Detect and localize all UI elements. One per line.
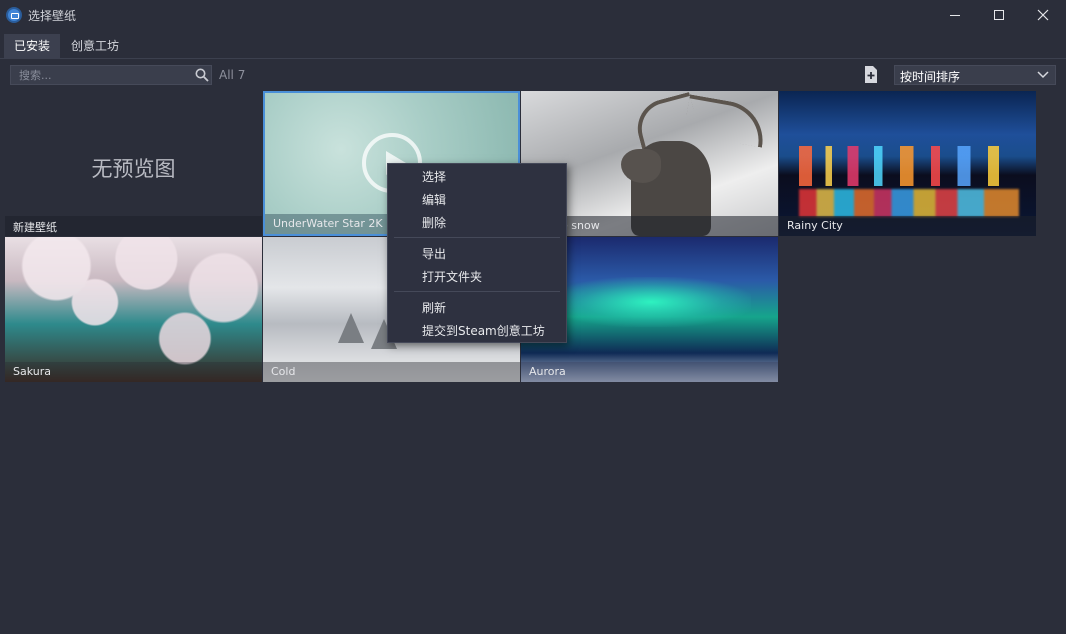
deer-head [621, 149, 661, 183]
close-icon [1037, 9, 1049, 21]
tile-caption: Sakura [5, 362, 262, 382]
menu-item-refresh[interactable]: 刷新 [388, 297, 566, 319]
menu-separator [394, 237, 560, 238]
app-icon [6, 7, 22, 23]
tile-name: UnderWater Star 2K HD [273, 217, 403, 230]
menu-separator [394, 291, 560, 292]
toolbar: All 7 按时间排序 [0, 59, 1066, 91]
tile-name: 新建壁纸 [13, 221, 57, 234]
tab-workshop[interactable]: 创意工坊 [61, 34, 129, 59]
menu-item-delete[interactable]: 删除 [388, 212, 566, 234]
menu-item-select[interactable]: 选择 [388, 166, 566, 188]
city-skyline [799, 146, 1019, 186]
wallpaper-tile-new[interactable]: 无预览图 新建壁纸 [5, 91, 262, 236]
menu-item-edit[interactable]: 编辑 [388, 189, 566, 211]
tab-bar: 已安装 创意工坊 [0, 30, 1066, 59]
close-button[interactable] [1020, 0, 1066, 30]
tile-caption: Aurora [521, 362, 778, 382]
tile-name: Cold [271, 365, 296, 378]
tile-caption: Cold [263, 362, 520, 382]
sort-value: 按时间排序 [900, 70, 961, 84]
city-reflection [799, 189, 1019, 217]
menu-item-submit-workshop[interactable]: 提交到Steam创意工坊 [388, 320, 566, 342]
cherry-blossoms [5, 237, 262, 382]
new-file-icon[interactable] [864, 66, 878, 83]
wallpaper-tile-rainy-city[interactable]: Rainy City [779, 91, 1036, 236]
no-preview-text: 无预览图 [91, 157, 176, 181]
menu-item-export[interactable]: 导出 [388, 243, 566, 265]
search-icon[interactable] [195, 68, 209, 82]
minimize-button[interactable] [932, 0, 978, 30]
title-bar: 选择壁纸 [0, 0, 1066, 30]
maximize-button[interactable] [976, 0, 1022, 30]
search-input[interactable] [11, 66, 187, 84]
pine-tree [338, 313, 364, 343]
tile-name: Aurora [529, 365, 566, 378]
tile-name: Rainy City [787, 219, 843, 232]
chevron-down-icon [1037, 71, 1049, 79]
search-box [10, 65, 212, 85]
aurora-glow [551, 277, 751, 327]
deer-antler [683, 94, 769, 148]
window-title: 选择壁纸 [28, 9, 77, 23]
wallpaper-count: All 7 [219, 68, 246, 82]
tile-caption: 新建壁纸 [5, 216, 262, 236]
wallpaper-tile-sakura[interactable]: Sakura [5, 237, 262, 382]
tab-installed[interactable]: 已安装 [4, 34, 61, 59]
menu-item-open-folder[interactable]: 打开文件夹 [388, 266, 566, 288]
tile-caption: Rainy City [779, 216, 1036, 236]
context-menu: 选择 编辑 删除 导出 打开文件夹 刷新 提交到Steam创意工坊 [387, 163, 567, 343]
tile-name: Sakura [13, 365, 51, 378]
minimize-icon [950, 14, 960, 16]
maximize-icon [994, 10, 1004, 20]
sort-dropdown[interactable]: 按时间排序 [894, 65, 1056, 85]
